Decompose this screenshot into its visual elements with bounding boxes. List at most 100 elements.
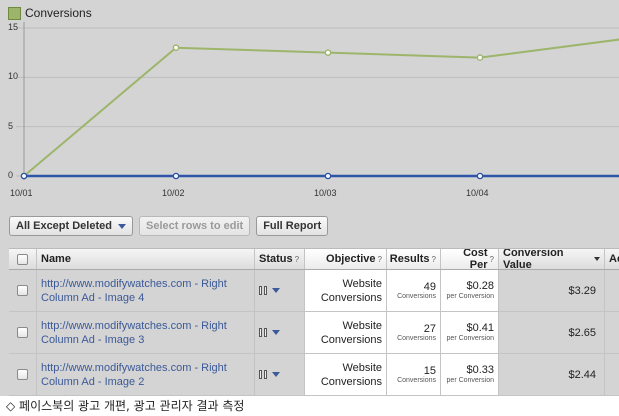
- cost-value: $0.28: [466, 279, 494, 292]
- chevron-down-icon: [117, 223, 126, 229]
- select-rows-label: Select rows to edit: [145, 220, 244, 232]
- select-all-cell: [9, 249, 37, 269]
- results-value: 49: [423, 281, 436, 293]
- row-checkbox[interactable]: [17, 369, 28, 380]
- image-caption: ◇ 페이스북의 광고 개편, 광고 관리자 결과 측정: [6, 399, 245, 413]
- conversion-value-cell: $3.29: [499, 270, 605, 311]
- table-row[interactable]: http://www.modifywatches.com - Right Col…: [9, 312, 619, 354]
- objective-cell: Website Conversions: [305, 312, 387, 353]
- chart-canvas: [16, 22, 619, 180]
- x-tick-label: 10/02: [162, 188, 185, 198]
- objective-text: Website Conversions: [320, 361, 382, 388]
- chevron-down-icon[interactable]: [272, 372, 280, 377]
- cost-value: $0.41: [466, 321, 494, 334]
- help-icon[interactable]: ?: [432, 255, 436, 264]
- chevron-down-icon[interactable]: [272, 330, 280, 335]
- header-name-label: Name: [41, 253, 71, 265]
- filter-dropdown[interactable]: All Except Deleted: [9, 216, 133, 236]
- header-status-label: Status: [259, 253, 293, 265]
- legend-swatch: [8, 6, 21, 20]
- select-rows-button[interactable]: Select rows to edit: [138, 216, 251, 236]
- header-conversion-value-label: Conversion Value: [503, 249, 564, 269]
- name-cell: http://www.modifywatches.com - Right Col…: [37, 354, 255, 395]
- full-report-label: Full Report: [263, 220, 322, 232]
- conversion-value: $3.29: [568, 284, 596, 297]
- header-results[interactable]: Results?: [387, 249, 441, 269]
- cost-unit: per Conversion: [446, 334, 494, 342]
- conversions-chart: Conversions 0 5 10 15 10/01 10/02 10/03 10/04: [0, 0, 619, 208]
- header-more-label: Ac: [609, 253, 619, 265]
- results-cell: 49 Conversions: [387, 270, 441, 311]
- data-point: [324, 172, 332, 180]
- row-checkbox[interactable]: [17, 327, 28, 338]
- table-row[interactable]: http://www.modifywatches.com - Right Col…: [9, 354, 619, 396]
- status-cell[interactable]: [255, 354, 305, 395]
- name-cell: http://www.modifywatches.com - Right Col…: [37, 312, 255, 353]
- status-cell[interactable]: [255, 270, 305, 311]
- data-point: [172, 44, 180, 52]
- full-report-button[interactable]: Full Report: [256, 216, 329, 236]
- header-name[interactable]: Name: [37, 249, 255, 269]
- conversion-value-cell: $2.65: [499, 312, 605, 353]
- data-point: [324, 49, 332, 56]
- results-value: 27: [423, 323, 436, 335]
- table-row[interactable]: http://www.modifywatches.com - Right Col…: [9, 270, 619, 312]
- results-cell: 15 Conversions: [387, 354, 441, 395]
- header-conversion-value[interactable]: Conversion Value: [499, 249, 605, 269]
- header-more[interactable]: Ac: [605, 249, 619, 269]
- y-tick-label: 5: [8, 120, 14, 131]
- objective-cell: Website Conversions: [305, 270, 387, 311]
- y-tick-label: 10: [8, 71, 19, 82]
- help-icon[interactable]: ?: [490, 255, 494, 264]
- status-cell[interactable]: [255, 312, 305, 353]
- header-objective-label: Objective: [326, 253, 376, 265]
- objective-cell: Website Conversions: [305, 354, 387, 395]
- ad-name-link[interactable]: http://www.modifywatches.com - Right Col…: [41, 277, 250, 305]
- select-all-checkbox[interactable]: [17, 253, 28, 265]
- header-results-label: Results: [389, 253, 430, 265]
- row-checkbox[interactable]: [17, 285, 28, 296]
- row-check-cell: [9, 270, 37, 311]
- pause-icon: [259, 286, 267, 295]
- conversion-value-cell: $2.44: [499, 354, 605, 395]
- row-check-cell: [9, 312, 37, 353]
- cost-cell: $0.41 per Conversion: [441, 312, 499, 353]
- header-objective[interactable]: Objective?: [305, 249, 387, 269]
- chevron-down-icon[interactable]: [272, 288, 280, 293]
- x-tick-label: 10/04: [466, 188, 489, 198]
- header-cost-per[interactable]: Cost Per?: [441, 249, 499, 269]
- screenshot: Conversions 0 5 10 15 10/01 10/02 10/03 10/04 A…: [0, 0, 619, 396]
- data-point: [20, 172, 28, 180]
- data-point: [172, 172, 180, 180]
- legend-label: Conversions: [25, 6, 92, 20]
- data-point: [476, 172, 484, 180]
- objective-text: Website Conversions: [320, 319, 382, 346]
- data-point: [476, 54, 484, 61]
- help-icon[interactable]: ?: [295, 255, 299, 264]
- cost-cell: $0.33 per Conversion: [441, 354, 499, 395]
- filter-label: All Except Deleted: [16, 220, 112, 232]
- header-cost-per-label: Cost Per: [463, 249, 488, 269]
- y-tick-label: 0: [8, 170, 14, 180]
- header-status[interactable]: Status?: [255, 249, 305, 269]
- results-unit: Conversions: [397, 293, 436, 300]
- help-icon[interactable]: ?: [378, 255, 382, 264]
- cost-unit: per Conversion: [446, 376, 494, 384]
- series-line: [23, 38, 619, 177]
- more-cell: [605, 354, 619, 395]
- ads-table: Name Status? Objective? Results? Cost Pe…: [9, 248, 619, 396]
- results-value: 15: [423, 365, 436, 377]
- x-tick-label: 10/03: [314, 188, 337, 198]
- more-cell: [605, 312, 619, 353]
- conversion-value: $2.65: [568, 326, 596, 339]
- toolbar: All Except Deleted Select rows to edit F…: [9, 216, 329, 236]
- row-check-cell: [9, 354, 37, 395]
- name-cell: http://www.modifywatches.com - Right Col…: [37, 270, 255, 311]
- ad-name-link[interactable]: http://www.modifywatches.com - Right Col…: [41, 361, 250, 389]
- results-cell: 27 Conversions: [387, 312, 441, 353]
- x-tick-label: 10/01: [10, 188, 33, 198]
- conversion-value: $2.44: [568, 368, 596, 381]
- chart-legend: Conversions: [8, 6, 92, 20]
- ad-name-link[interactable]: http://www.modifywatches.com - Right Col…: [41, 319, 250, 347]
- cost-unit: per Conversion: [446, 292, 494, 300]
